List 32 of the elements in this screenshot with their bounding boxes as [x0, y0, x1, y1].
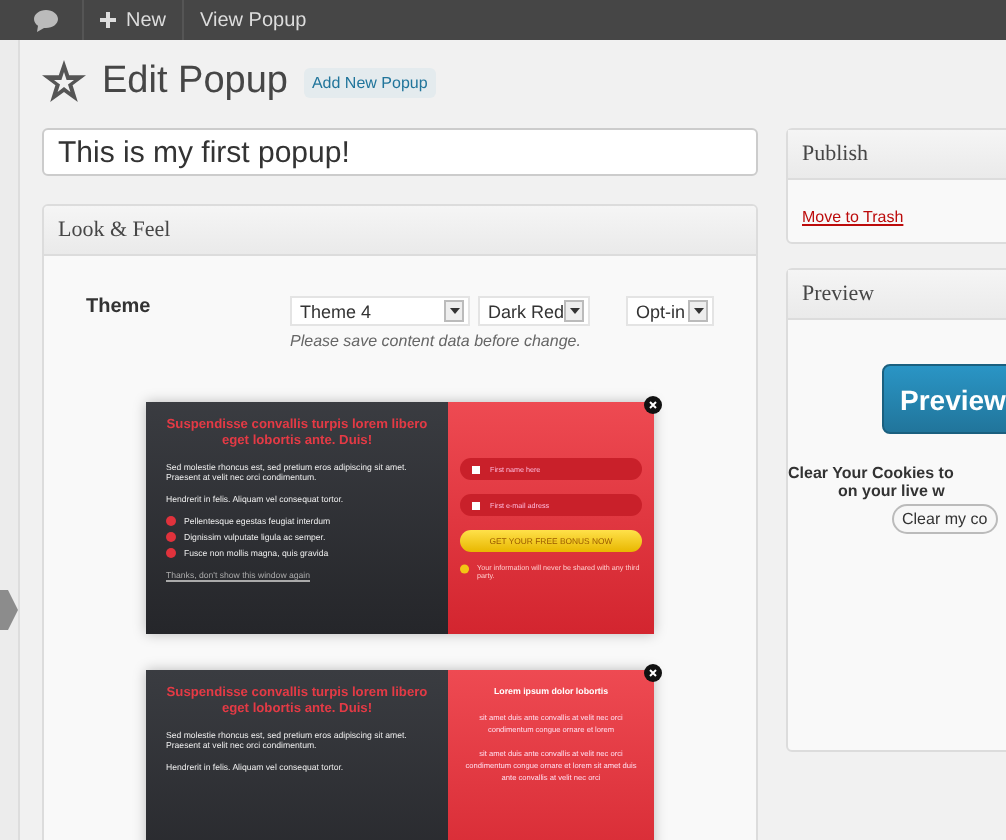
star-icon	[42, 60, 86, 104]
theme-dropdown[interactable]: Opt-in	[626, 296, 714, 326]
hint-text: Please save content data before change.	[290, 332, 583, 350]
theme-dropdown[interactable]: Dark Red	[478, 296, 590, 326]
field-icon	[472, 465, 480, 473]
page-title: Edit Popup	[102, 60, 288, 104]
bullet-icon	[166, 515, 176, 526]
preview-button[interactable]: Preview	[882, 364, 1006, 434]
move-to-trash-link[interactable]: Move to Trash	[802, 208, 904, 226]
theme-dropdown[interactable]: Theme 4	[290, 296, 470, 326]
title-field[interactable]: This is my first popup!	[42, 128, 758, 176]
close-icon	[644, 396, 662, 414]
dropdown-arrow-icon	[693, 308, 703, 314]
cookie-notice: on your live w	[838, 482, 945, 500]
clear-cookies-button[interactable]: Clear my co	[892, 504, 998, 534]
collapse-arrow-icon[interactable]	[0, 590, 18, 630]
dropdown-arrow-icon	[569, 308, 579, 314]
view-popup-link[interactable]: View Popup	[182, 0, 323, 40]
add-new-popup-button[interactable]: Add New Popup	[303, 67, 436, 97]
close-icon	[644, 664, 662, 682]
panel-heading: Look & Feel	[44, 206, 756, 256]
plus-icon	[100, 12, 116, 28]
new-menu[interactable]: New	[82, 0, 183, 40]
comment-icon[interactable]	[34, 9, 58, 31]
dropdown-arrow-icon	[449, 308, 459, 314]
theme-label: Theme	[86, 296, 153, 322]
bullet-icon	[166, 531, 176, 542]
field-icon	[472, 501, 480, 509]
cookie-notice: Clear Your Cookies to	[788, 464, 954, 482]
bullet-icon	[166, 547, 176, 558]
panel-heading: Publish	[788, 130, 1006, 180]
panel-heading: Preview	[788, 270, 1006, 320]
